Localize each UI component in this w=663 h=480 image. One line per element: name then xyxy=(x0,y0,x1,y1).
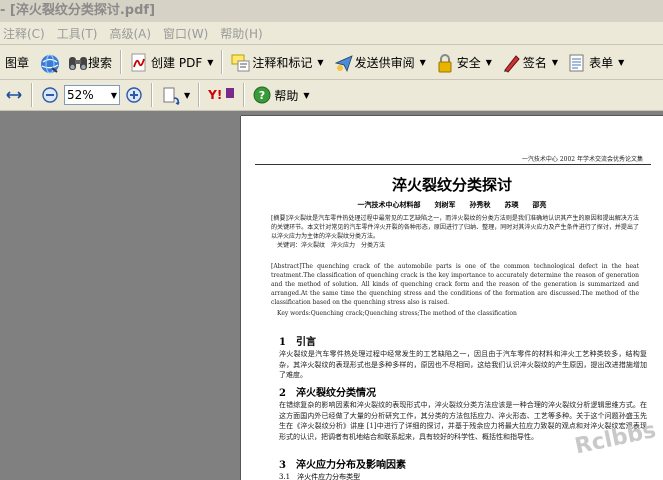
section-1-heading: 1 引言 xyxy=(279,337,316,348)
abstract-cn: [摘要]淬火裂纹是汽车零件热处理过程中最常见的工艺缺陷之一，而淬火裂纹的分类方法… xyxy=(271,215,639,240)
pen-icon xyxy=(502,53,520,73)
sign-button[interactable]: 签名 ▼ xyxy=(497,49,563,75)
send-review-button[interactable]: 发送供审阅 ▼ xyxy=(329,49,431,75)
comment-markup-label: 注释和标记 xyxy=(252,55,313,70)
section-3-1-heading: 3.1 淬火件应力分布类型 xyxy=(279,473,361,480)
stamp-button[interactable]: 图章 xyxy=(0,49,34,75)
main-toolbar: 图章 搜索 创建 PDF ▼ 注释和标记 ▼ 发送供审阅 ▼ 安全 ▼ 签名 ▼… xyxy=(0,45,663,80)
window-title-bar: - [淬火裂纹分类探讨.pdf] xyxy=(0,0,663,23)
svg-text:?: ? xyxy=(259,89,265,102)
zoom-field[interactable]: 52% ▼ xyxy=(64,85,120,105)
yahoo-badge-icon xyxy=(225,86,235,104)
forms-label: 表单 xyxy=(589,55,614,70)
comment-markup-button[interactable]: 注释和标记 ▼ xyxy=(226,49,328,75)
zoom-out-icon xyxy=(41,86,59,104)
rotate-page-icon xyxy=(161,86,180,105)
sign-label: 签名 xyxy=(522,55,547,70)
chevron-down-icon[interactable]: ▼ xyxy=(303,91,309,100)
yahoo-button[interactable]: Y! xyxy=(203,82,240,108)
menu-tools[interactable]: 工具(T) xyxy=(54,25,107,42)
zoom-value: 52% xyxy=(67,88,94,102)
toolbar-separator xyxy=(120,50,123,74)
chevron-down-icon[interactable]: ▼ xyxy=(420,58,426,67)
section-2-heading: 2 淬火裂纹分类情况 xyxy=(279,388,376,399)
header-rule xyxy=(255,164,651,165)
zoom-in-button[interactable] xyxy=(120,82,148,108)
keywords-en: Key words:Quenching crack;Quenching stre… xyxy=(277,310,517,317)
help-icon: ? xyxy=(253,86,271,104)
window-title: - [淬火裂纹分类探讨.pdf] xyxy=(0,3,156,18)
pdf-page[interactable]: 一汽技术中心 2002 年学术交流会优秀论文集 淬火裂纹分类探讨 一汽技术中心材… xyxy=(241,116,663,480)
abstract-en: [Abstract]The quenching crack of the aut… xyxy=(271,263,639,306)
fit-width-button[interactable] xyxy=(0,82,28,108)
help-label: 帮助 xyxy=(274,88,299,103)
web-button[interactable] xyxy=(34,49,62,75)
running-header: 一汽技术中心 2002 年学术交流会优秀论文集 xyxy=(521,156,643,163)
send-review-icon xyxy=(334,53,353,73)
chevron-down-icon[interactable]: ▼ xyxy=(111,91,117,100)
globe-icon xyxy=(39,53,60,74)
toolbar-separator xyxy=(243,83,246,107)
create-pdf-icon xyxy=(130,53,148,72)
help-button[interactable]: ? 帮助 ▼ xyxy=(248,82,314,108)
keywords-cn: 关键词：淬火裂纹 淬火应力 分类方法 xyxy=(277,242,386,249)
forms-button[interactable]: 表单 ▼ xyxy=(563,49,629,75)
create-pdf-label: 创建 PDF xyxy=(151,55,203,70)
chevron-down-icon[interactable]: ▼ xyxy=(552,58,558,67)
search-label: 搜索 xyxy=(88,55,113,70)
fit-width-icon xyxy=(5,86,23,104)
yahoo-logo-icon: Y! xyxy=(208,88,223,102)
toolbar-separator xyxy=(151,83,153,107)
comment-markup-icon xyxy=(231,53,250,72)
search-button[interactable]: 搜索 xyxy=(62,49,117,75)
send-review-label: 发送供审阅 xyxy=(354,55,415,70)
lock-icon xyxy=(436,53,454,73)
forms-icon xyxy=(568,53,586,72)
menu-bar: 注释(C) 工具(T) 高级(A) 窗口(W) 帮助(H) xyxy=(0,22,663,45)
paper-title: 淬火裂纹分类探讨 xyxy=(391,176,512,194)
chevron-down-icon[interactable]: ▼ xyxy=(317,58,323,67)
security-label: 安全 xyxy=(456,55,481,70)
section-3-heading: 3 淬火应力分布及影响因素 xyxy=(279,460,406,471)
toolbar-separator xyxy=(198,83,201,107)
security-button[interactable]: 安全 ▼ xyxy=(431,49,497,75)
view-toolbar: 52% ▼ ▼ Y! ? 帮助 ▼ xyxy=(0,80,663,111)
menu-advanced[interactable]: 高级(A) xyxy=(106,25,160,42)
binoculars-icon xyxy=(67,53,88,71)
create-pdf-button[interactable]: 创建 PDF ▼ xyxy=(125,49,218,75)
rotate-view-button[interactable]: ▼ xyxy=(156,82,195,108)
menu-help[interactable]: 帮助(H) xyxy=(217,25,271,42)
document-workspace[interactable]: 一汽技术中心 2002 年学术交流会优秀论文集 淬火裂纹分类探讨 一汽技术中心材… xyxy=(0,111,663,480)
menu-window[interactable]: 窗口(W) xyxy=(160,25,217,42)
section-1-body: 淬火裂纹是汽车零件热处理过程中经常发生的工艺缺陷之一，因且由于汽车零件的材料和淬… xyxy=(279,350,647,379)
paper-authors: 一汽技术中心材料部 刘树军 孙秀秋 苏瑛 邵亮 xyxy=(357,200,547,209)
toolbar-separator xyxy=(221,50,224,74)
chevron-down-icon[interactable]: ▼ xyxy=(184,91,190,100)
toolbar-separator xyxy=(31,83,33,107)
stamp-label: 图章 xyxy=(5,55,30,70)
zoom-in-icon xyxy=(125,86,143,104)
chevron-down-icon[interactable]: ▼ xyxy=(618,58,624,67)
zoom-out-button[interactable] xyxy=(36,82,64,108)
menu-comments[interactable]: 注释(C) xyxy=(0,25,54,42)
chevron-down-icon[interactable]: ▼ xyxy=(207,58,213,67)
chevron-down-icon[interactable]: ▼ xyxy=(486,58,492,67)
